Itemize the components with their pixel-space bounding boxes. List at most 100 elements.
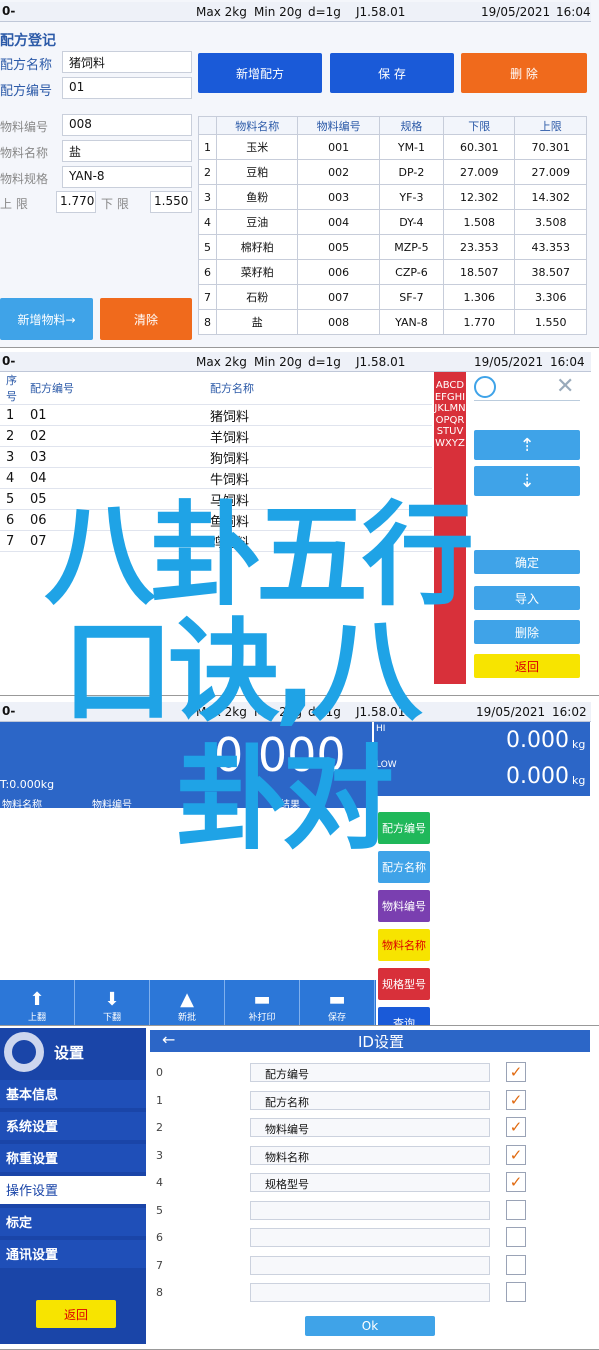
table-cell: 008 (297, 309, 380, 335)
back-button[interactable]: 返回 (474, 654, 580, 678)
table-cell: 菜籽粕 (215, 259, 299, 285)
list-cell: 3 (0, 446, 24, 468)
id-label-field[interactable] (250, 1228, 490, 1247)
scroll-down-button[interactable]: ⇣ (474, 466, 580, 496)
list-item[interactable]: 3 03 狗饲料 (0, 446, 432, 468)
table-row[interactable]: 1 玉米 001 YM-1 60.301 70.301 (198, 134, 587, 160)
search-icon[interactable] (474, 376, 496, 398)
tool-button-4[interactable]: ▬ 保存 (300, 980, 375, 1025)
sidebar-item-3[interactable]: 操作设置 (0, 1176, 146, 1204)
material-name-field[interactable]: 盐 (62, 140, 192, 162)
upper-limit-field[interactable]: 1.770 (56, 191, 96, 213)
side-button-5[interactable]: 查询 (378, 1007, 430, 1025)
back-arrow-icon[interactable]: ← (162, 1030, 175, 1049)
row-index: 7 (156, 1258, 163, 1272)
id-checkbox[interactable]: ✓ (506, 1144, 526, 1165)
table-row[interactable]: 3 鱼粉 003 YF-3 12.302 14.302 (198, 184, 587, 210)
table-row[interactable]: 4 豆油 004 DY-4 1.508 3.508 (198, 209, 587, 235)
delete-button[interactable]: 删 除 (461, 53, 587, 93)
tool-button-1[interactable]: ⬇ 下翻 (75, 980, 150, 1025)
id-checkbox[interactable] (506, 1254, 526, 1275)
table-row[interactable]: 2 豆粕 002 DP-2 27.009 27.009 (198, 159, 587, 185)
import-button[interactable]: 导入 (474, 586, 580, 610)
id-row: 3 物料名称 ✓ (150, 1144, 590, 1167)
id-label-field[interactable] (250, 1200, 490, 1220)
id-label-field[interactable]: 规格型号 (250, 1173, 490, 1192)
sidebar-item-1[interactable]: 系统设置 (0, 1112, 146, 1140)
scroll-up-button[interactable]: ⇡ (474, 430, 580, 460)
page-title: ID设置 (358, 1033, 404, 1051)
division: d=1g (308, 5, 341, 19)
tool-button-0[interactable]: ⬆ 上翻 (0, 980, 75, 1025)
delete-button[interactable]: 删除 (474, 620, 580, 644)
tool-button-3[interactable]: ▬ 补打印 (225, 980, 300, 1025)
sidebar-item-0[interactable]: 基本信息 (0, 1080, 146, 1108)
lower-limit-field[interactable]: 1.550 (150, 191, 192, 213)
table-cell: 003 (297, 184, 380, 210)
save-button[interactable]: 保 存 (330, 53, 454, 93)
id-label-field[interactable]: 物料编号 (250, 1118, 490, 1137)
id-checkbox[interactable]: ✓ (506, 1062, 526, 1082)
low-unit: kg (572, 774, 586, 787)
arrow-down-icon: ⬇ (104, 989, 120, 1010)
id-label-field[interactable]: 配方编号 (250, 1063, 490, 1082)
add-material-button[interactable]: 新增物料→ (0, 298, 93, 340)
division: d=1g (308, 355, 341, 369)
list-cell: 羊饲料 (204, 425, 432, 447)
side-button-3[interactable]: 物料名称 (378, 929, 430, 961)
close-icon[interactable]: ✕ (556, 374, 574, 399)
id-checkbox[interactable]: ✓ (506, 1089, 526, 1110)
list-item[interactable]: 4 04 牛饲料 (0, 467, 432, 489)
list-cell: 01 (24, 404, 204, 426)
sidebar-item-2[interactable]: 称重设置 (0, 1144, 146, 1172)
row-index: 5 (156, 1203, 163, 1217)
tool-button-2[interactable]: ▲ 新批 (150, 980, 225, 1025)
table-cell: DP-2 (378, 159, 444, 185)
id-label-field[interactable] (250, 1255, 490, 1275)
material-spec-field[interactable]: YAN-8 (62, 166, 192, 188)
id-label-field[interactable] (250, 1283, 490, 1302)
battery-icon: 0- (2, 704, 16, 718)
max-capacity: Max 2kg (196, 5, 247, 19)
table-cell: 12.302 (442, 184, 516, 210)
id-label-field[interactable]: 物料名称 (250, 1145, 490, 1165)
table-row[interactable]: 7 石粉 007 SF-7 1.306 3.306 (198, 284, 587, 310)
list-item[interactable]: 1 01 猪饲料 (0, 404, 432, 426)
table-row[interactable]: 6 菜籽粕 006 CZP-6 18.507 38.507 (198, 259, 587, 285)
id-label-field[interactable]: 配方名称 (250, 1090, 490, 1110)
gear-icon (4, 1032, 44, 1072)
id-row: 5 (150, 1199, 590, 1222)
id-row: 7 (150, 1254, 590, 1277)
recipe-name-field[interactable]: 猪饲料 (62, 51, 192, 73)
table-cell: 38.507 (514, 259, 587, 285)
sidebar-item-5[interactable]: 通讯设置 (0, 1240, 146, 1268)
ok-button[interactable]: Ok (305, 1316, 435, 1336)
status-bar: 0- Max 2kg Min 20g d=1g J1.58.01 19/05/2… (0, 352, 591, 372)
id-checkbox[interactable] (506, 1199, 526, 1220)
id-checkbox[interactable] (506, 1282, 526, 1302)
toolbar: ⬆ 上翻 ⬇ 下翻 ▲ 新批 ▬ 补打印 ▬ 保存 (0, 980, 376, 1025)
upper-limit-label: 上 限 (0, 197, 28, 211)
list-cell: 猪饲料 (204, 404, 432, 426)
id-row: 1 配方名称 ✓ (150, 1089, 590, 1112)
clear-button[interactable]: 清除 (100, 298, 192, 340)
material-no-field[interactable]: 008 (62, 114, 192, 136)
back-button[interactable]: 返回 (36, 1300, 116, 1328)
side-button-2[interactable]: 物料编号 (378, 890, 430, 922)
recipe-no-field[interactable]: 01 (62, 77, 192, 99)
side-button-4[interactable]: 规格型号 (378, 968, 430, 1000)
list-cell: 5 (0, 488, 24, 510)
add-recipe-button[interactable]: 新增配方 (198, 53, 322, 93)
id-checkbox[interactable] (506, 1227, 526, 1247)
id-checkbox[interactable]: ✓ (506, 1172, 526, 1192)
list-item[interactable]: 2 02 羊饲料 (0, 425, 432, 447)
table-cell: 004 (297, 209, 380, 235)
confirm-button[interactable]: 确定 (474, 550, 580, 574)
table-row[interactable]: 8 盐 008 YAN-8 1.770 1.550 (198, 309, 587, 335)
id-checkbox[interactable]: ✓ (506, 1117, 526, 1137)
table-cell: MZP-5 (378, 234, 444, 260)
table-cell: YF-3 (378, 184, 444, 210)
sidebar-item-4[interactable]: 标定 (0, 1208, 146, 1236)
table-row[interactable]: 5 棉籽粕 005 MZP-5 23.353 43.353 (198, 234, 587, 260)
search-input[interactable] (474, 400, 580, 401)
